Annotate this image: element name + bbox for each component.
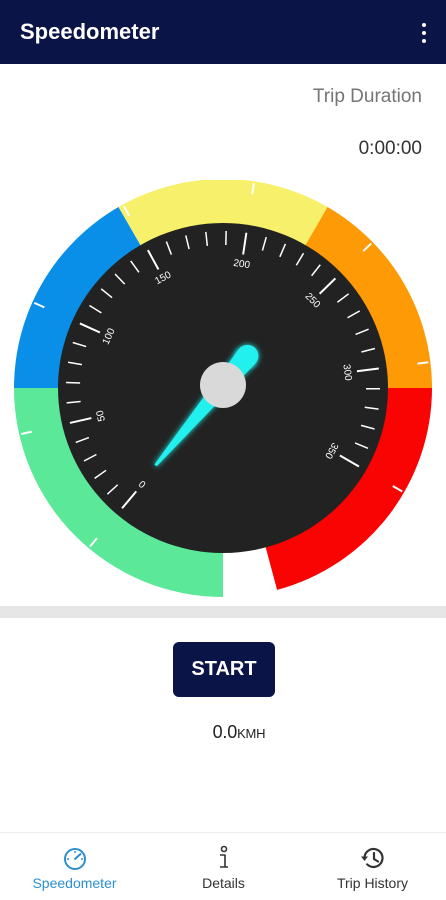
gauge-dial-svg: 050100150200250300350 (14, 180, 432, 597)
more-vert-icon[interactable] (410, 16, 438, 50)
section-divider (0, 606, 446, 618)
bottom-navigation: Speedometer Details Trip History (0, 832, 446, 900)
speedometer-gauge: 0 50 100 150 200 250 300 350 0.0KMH (14, 180, 432, 744)
nav-item-trip-history[interactable]: Trip History (298, 833, 446, 900)
app-title: Speedometer (20, 19, 160, 44)
info-icon (219, 845, 228, 868)
app-bar: Speedometer (0, 0, 446, 64)
speed-readout-unit: KMH (237, 726, 266, 741)
nav-label-speedometer: Speedometer (32, 875, 117, 891)
needle-tip (236, 344, 259, 367)
start-button[interactable]: START (173, 642, 275, 697)
nav-item-details[interactable]: Details (149, 833, 298, 900)
speed-readout-value: 0.0 (212, 722, 238, 742)
needle-hub (200, 362, 246, 408)
nav-label-details: Details (202, 875, 245, 891)
history-icon (360, 847, 384, 869)
tick-label: 300 (340, 364, 353, 382)
trip-duration-value: 0:00:00 (358, 138, 422, 159)
speed-readout: 0.0KMH (204, 721, 274, 744)
outer-ring-tick (417, 361, 429, 365)
nav-item-speedometer[interactable]: Speedometer (0, 833, 149, 900)
nav-label-trip-history: Trip History (336, 875, 409, 891)
speedometer-icon (63, 848, 86, 870)
trip-duration-label: Trip Duration (312, 86, 422, 107)
